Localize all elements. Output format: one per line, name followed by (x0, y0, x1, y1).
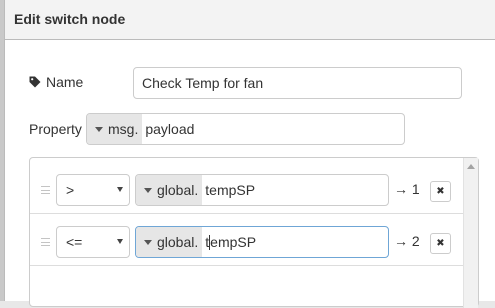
rule-value-after-cursor: empSP (210, 234, 257, 250)
name-label-text: Name (46, 74, 84, 90)
output-label: → 1 (394, 181, 420, 197)
name-label: Name (29, 74, 83, 90)
operator-value: > (66, 182, 75, 198)
select-arrow-icon (117, 239, 123, 244)
rule-type-label: global. (157, 182, 199, 198)
rule-value[interactable]: tempSP (202, 227, 256, 257)
tray-header: Edit switch node (5, 0, 495, 40)
caret-down-icon (144, 239, 152, 245)
name-input[interactable]: Check Temp for fan (133, 67, 462, 99)
edit-tray: Edit switch node Name Check Temp for fan… (4, 0, 495, 308)
property-input[interactable]: msg. payload (86, 113, 405, 145)
scroll-up-icon[interactable] (467, 164, 475, 169)
close-icon: ✖ (436, 238, 445, 249)
operator-select[interactable]: <= (56, 226, 130, 258)
property-type-label: msg. (108, 121, 139, 137)
caret-down-icon (144, 187, 152, 193)
property-label: Property (29, 121, 82, 137)
delete-rule-button[interactable]: ✖ (430, 181, 451, 202)
dialog-title: Edit switch node (14, 11, 126, 27)
rules-scrollbar[interactable] (463, 158, 478, 308)
rule-type-button[interactable]: global. (136, 227, 203, 257)
rule-row: <= global. t empSP → 2 ✖ (30, 216, 464, 266)
rule-value-input[interactable]: global. tempSP (135, 174, 389, 206)
rule-value-input[interactable]: global. tempSP (135, 226, 389, 258)
drag-handle-icon[interactable] (41, 186, 50, 194)
rule-value[interactable]: tempSP (202, 175, 255, 205)
operator-value: <= (66, 234, 83, 250)
name-input-value: Check Temp for fan (142, 75, 264, 91)
delete-rule-button[interactable]: ✖ (430, 233, 451, 254)
rule-row: > global. tempSP → 1 ✖ (30, 164, 464, 214)
property-value[interactable]: payload (142, 114, 194, 144)
close-icon: ✖ (436, 186, 445, 197)
rules-list: > global. tempSP → 1 ✖ <= global. t empS… (29, 157, 479, 308)
property-type-button[interactable]: msg. (87, 114, 143, 144)
caret-down-icon (95, 126, 103, 132)
output-label: → 2 (394, 233, 420, 249)
rule-type-label: global. (157, 234, 199, 250)
operator-select[interactable]: > (56, 174, 130, 206)
rule-type-button[interactable]: global. (136, 175, 203, 205)
tag-icon (29, 76, 41, 88)
drag-handle-icon[interactable] (41, 238, 50, 246)
select-arrow-icon (117, 187, 123, 192)
